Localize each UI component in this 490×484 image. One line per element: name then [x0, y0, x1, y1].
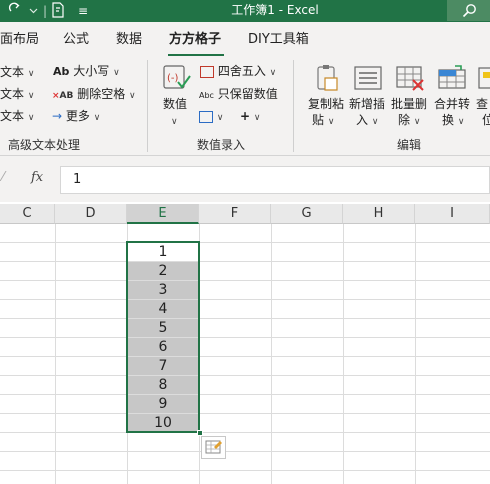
- number-icon[interactable]: (-): [162, 64, 192, 95]
- window-title: 工作簿1 - Excel: [231, 3, 319, 17]
- remove-space-button[interactable]: ×AB 删除空格 ∨: [52, 86, 136, 104]
- column-header-c[interactable]: C: [0, 204, 55, 224]
- batch-delete-label-2[interactable]: 除 ∨: [398, 112, 420, 130]
- column-header-h[interactable]: H: [343, 204, 415, 224]
- batch-delete-icon[interactable]: [395, 64, 425, 95]
- formula-bar: ⁄ fx 1: [0, 156, 490, 202]
- tab-fangfang-gezi[interactable]: 方方格子: [169, 30, 221, 50]
- merge-convert-icon[interactable]: [437, 64, 467, 95]
- search-icon: [462, 4, 476, 18]
- ribbon-panel: 文本 ∨ 文本 ∨ 文本 ∨ Ab 大小写 ∨ ×AB 删除空格 ∨ → 更多 …: [0, 56, 490, 156]
- group-edit: 编辑: [397, 138, 422, 152]
- insert-icon[interactable]: [353, 64, 383, 95]
- formula-input[interactable]: 1: [60, 166, 490, 194]
- group-number-entry: 数值录入: [197, 138, 246, 152]
- case-button[interactable]: Ab 大小写 ∨: [53, 63, 120, 81]
- group-divider: [293, 60, 294, 152]
- merge-label-2[interactable]: 换 ∨: [442, 112, 464, 130]
- gridline: [415, 224, 416, 484]
- column-header-e[interactable]: E: [127, 204, 199, 224]
- copy-paste-label-2[interactable]: 贴 ∨: [312, 112, 334, 130]
- group-advanced-text: 高级文本处理: [8, 138, 81, 152]
- batch-delete-label-1[interactable]: 批量删: [391, 96, 427, 112]
- plus-icon: +: [240, 109, 251, 123]
- save-icon[interactable]: [50, 2, 66, 20]
- number-dropdown[interactable]: ∨: [171, 112, 178, 130]
- gridline: [0, 261, 490, 262]
- chevron-down-icon[interactable]: [26, 2, 40, 20]
- customize-quick-access-icon[interactable]: ≡: [76, 2, 90, 20]
- more-button[interactable]: → 更多 ∨: [52, 108, 100, 126]
- insert-label-2[interactable]: 入 ∨: [356, 112, 378, 130]
- case-icon: Ab: [53, 65, 70, 78]
- insert-function-button[interactable]: fx: [31, 170, 43, 185]
- gridline: [0, 413, 490, 414]
- gridline: [343, 224, 344, 484]
- gridline: [55, 224, 56, 484]
- quick-analysis-icon: [205, 440, 222, 454]
- column-header-d[interactable]: D: [55, 204, 127, 224]
- tab-diy-toolbox[interactable]: DIY工具箱: [248, 30, 309, 50]
- gridline: [0, 375, 490, 376]
- gridline: [0, 432, 490, 433]
- gridline: [0, 280, 490, 281]
- find-label-2[interactable]: 位: [482, 112, 490, 128]
- redo-icon[interactable]: [6, 2, 24, 20]
- column-header-g[interactable]: G: [271, 204, 343, 224]
- text-row-2[interactable]: 文本 ∨: [0, 86, 34, 104]
- cancel-icon[interactable]: ⁄: [2, 170, 4, 185]
- copy-paste-label-1[interactable]: 复制粘: [308, 96, 344, 112]
- search-button[interactable]: [447, 0, 490, 21]
- merge-label-1[interactable]: 合并转: [434, 96, 470, 112]
- tab-page-layout[interactable]: 面布局: [0, 30, 39, 50]
- selection-range: [126, 241, 200, 433]
- column-header-f[interactable]: F: [199, 204, 271, 224]
- text-row-1[interactable]: 文本 ∨: [0, 64, 34, 82]
- edit-number-button[interactable]: ∨: [199, 108, 223, 126]
- edit-icon: [199, 110, 213, 123]
- quick-analysis-button[interactable]: [201, 436, 226, 459]
- gridline: [0, 394, 490, 395]
- insert-label-1[interactable]: 新增插: [349, 96, 385, 112]
- qa-separator: |: [42, 4, 48, 18]
- gridline: [0, 356, 490, 357]
- gridline: [0, 337, 490, 338]
- gridline: [271, 224, 272, 484]
- tab-formulas[interactable]: 公式: [63, 30, 89, 50]
- find-label-1[interactable]: 查: [476, 96, 488, 112]
- copy-paste-icon[interactable]: [313, 64, 341, 95]
- gridline: [0, 451, 490, 452]
- arrow-right-icon: →: [52, 109, 63, 123]
- keep-numbers-button[interactable]: Abc 只保留数值: [199, 86, 278, 104]
- title-bar: | ≡ 工作簿1 - Excel: [0, 0, 490, 22]
- remove-space-icon: ×AB: [52, 91, 74, 101]
- group-divider: [147, 60, 148, 152]
- svg-text:(-): (-): [167, 73, 179, 84]
- find-icon[interactable]: [477, 64, 490, 95]
- gridline: [0, 318, 490, 319]
- gridline: [0, 242, 490, 243]
- number-button[interactable]: 数值: [163, 96, 187, 112]
- tab-data[interactable]: 数据: [116, 30, 142, 50]
- round-button[interactable]: 四舍五入 ∨: [200, 63, 276, 81]
- text-row-3[interactable]: 文本 ∨: [0, 108, 34, 126]
- gridline: [0, 470, 490, 471]
- ribbon-tabs: 面布局 公式 数据 方方格子 DIY工具箱: [0, 22, 490, 56]
- column-header-i[interactable]: I: [415, 204, 490, 224]
- round-icon: [200, 65, 214, 78]
- formula-controls: ⁄ fx: [0, 166, 58, 194]
- gridline: [0, 299, 490, 300]
- add-button[interactable]: + ∨: [240, 108, 260, 126]
- abc-icon: Abc: [199, 91, 214, 100]
